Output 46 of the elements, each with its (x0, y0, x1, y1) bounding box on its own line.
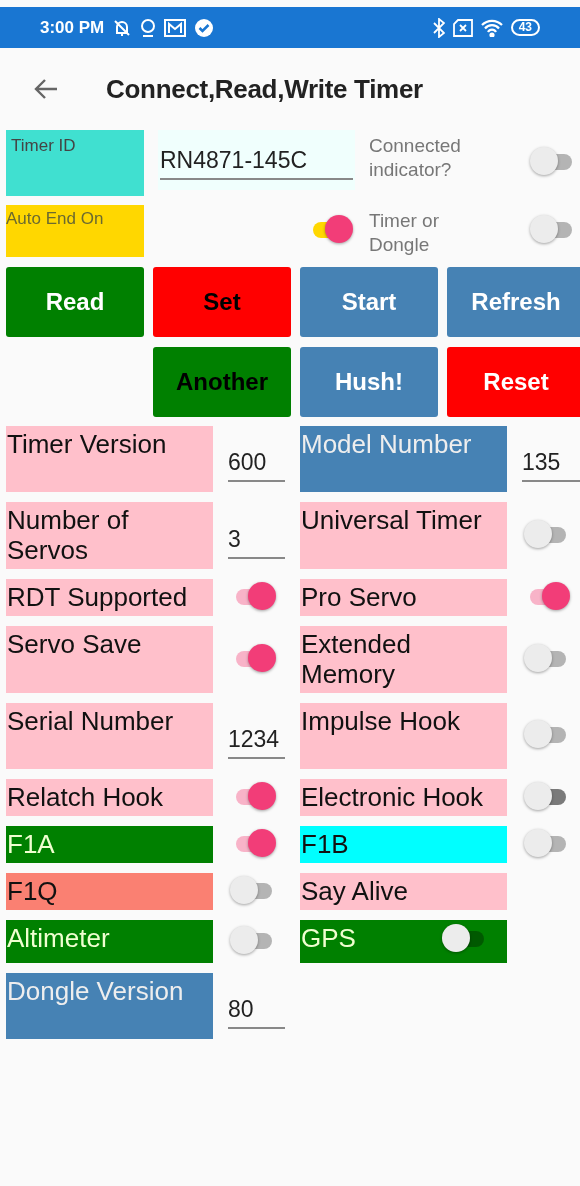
number-field[interactable]: 80 (228, 996, 285, 1029)
setting-label: Timer Version (7, 429, 167, 459)
action-button[interactable]: Start (300, 267, 438, 337)
mail-icon (164, 18, 187, 37)
setting-label: F1Q (7, 876, 58, 906)
connected-label: Connected indicator? (369, 134, 462, 182)
sim-card-icon (452, 18, 473, 37)
action-button[interactable]: Hush! (300, 347, 438, 417)
action-button[interactable]: Refresh (447, 267, 580, 337)
number-field[interactable]: 1234 (228, 726, 285, 759)
setting-label: Relatch Hook (7, 782, 164, 812)
auto-end-label: Auto End On (6, 205, 144, 257)
setting-label: F1A (7, 829, 55, 859)
setting-label: Servo Save (7, 629, 142, 659)
check-circle-icon (194, 17, 215, 38)
action-button[interactable]: Read (6, 267, 144, 337)
setting-label: Say Alive (301, 876, 408, 906)
setting-label: Dongle Version (7, 976, 184, 1006)
bluetooth-icon (432, 17, 445, 38)
setting-label: Serial Number (7, 706, 174, 736)
setting-label: Pro Servo (301, 582, 417, 612)
timer-id-field[interactable]: RN4871-145C (158, 130, 355, 190)
setting-label: GPS (301, 923, 356, 953)
setting-label: Number of Servos (7, 505, 130, 565)
timer-or-dongle-label: Timer or Dongle (369, 209, 441, 257)
timer-id-label: Timer ID (6, 130, 144, 196)
screen-title: Connect,Read,Write Timer (106, 73, 423, 105)
action-button[interactable]: Reset (447, 347, 580, 417)
setting-label: Impulse Hook (301, 706, 460, 736)
action-button[interactable]: Another (153, 347, 291, 417)
setting-label: Extended Memory (301, 629, 412, 689)
status-time: 3:00 PM (40, 17, 105, 38)
number-field[interactable]: 3 (228, 526, 285, 559)
location-icon (140, 17, 157, 38)
setting-label: Model Number (301, 429, 472, 459)
battery-indicator: 43 (510, 19, 540, 36)
setting-label: Universal Timer (301, 505, 482, 535)
action-button[interactable]: Set (153, 267, 291, 337)
number-field[interactable]: 600 (228, 449, 285, 482)
number-field[interactable]: 135 (522, 449, 580, 482)
setting-label: F1B (301, 829, 349, 859)
setting-label: Altimeter (7, 923, 110, 953)
back-arrow-icon[interactable] (34, 79, 58, 99)
setting-label: RDT Supported (7, 582, 188, 612)
wifi-icon (480, 18, 503, 37)
setting-label: Electronic Hook (301, 782, 484, 812)
